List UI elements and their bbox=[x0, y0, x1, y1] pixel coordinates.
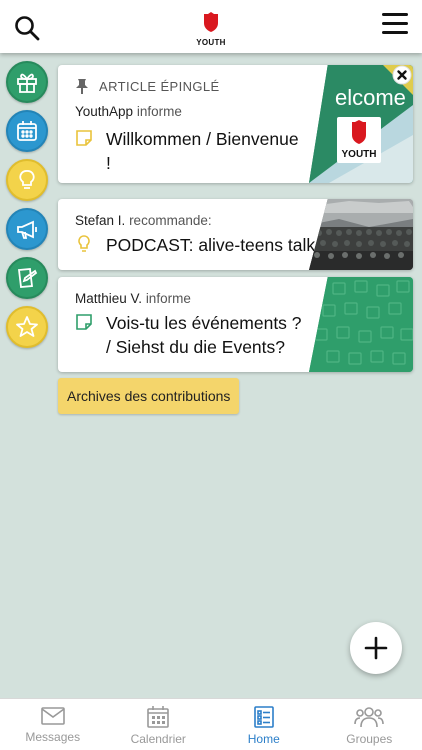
lightbulb-icon bbox=[19, 170, 35, 189]
tab-calendar[interactable]: Calendrier bbox=[106, 699, 212, 750]
category-sidebar bbox=[6, 61, 48, 355]
tab-label: Home bbox=[247, 732, 280, 746]
mail-icon bbox=[40, 707, 65, 725]
podcast-group-photo bbox=[309, 199, 413, 270]
idea-button[interactable] bbox=[6, 159, 48, 201]
tab-messages[interactable]: Messages bbox=[0, 699, 106, 750]
note-edit-icon bbox=[17, 268, 38, 288]
post-title: PODCAST: alive-teens talk bbox=[106, 235, 316, 255]
post-card[interactable]: Stefan I. recommande: PODCAST: alive-tee… bbox=[58, 199, 413, 270]
gift-button[interactable] bbox=[6, 61, 48, 103]
group-photo-image bbox=[309, 199, 413, 270]
note-button[interactable] bbox=[6, 257, 48, 299]
post-card[interactable]: Matthieu V. informe Vois-tu les événemen… bbox=[58, 277, 413, 372]
lightbulb-icon bbox=[78, 235, 90, 252]
hamburger-menu-icon[interactable] bbox=[382, 13, 408, 35]
author-name: Matthieu V. bbox=[75, 291, 143, 306]
tab-label: Groupes bbox=[346, 732, 393, 746]
post-body: Stefan I. recommande: PODCAST: alive-tee… bbox=[75, 199, 315, 257]
announcement-button[interactable] bbox=[6, 208, 48, 250]
author-name: YouthApp bbox=[75, 104, 134, 119]
plus-icon bbox=[364, 636, 388, 660]
pinned-article-body: ARTICLE ÉPINGLÉ YouthApp informe Willkom… bbox=[75, 65, 303, 175]
pinned-article-card[interactable]: ARTICLE ÉPINGLÉ YouthApp informe Willkom… bbox=[58, 65, 413, 183]
post-title: Willkommen / Bienvenue ! bbox=[106, 129, 299, 173]
post-title: Vois-tu les événements ? / Siehst du die… bbox=[106, 313, 302, 357]
app-logo: YOUTH bbox=[196, 12, 226, 47]
group-icon bbox=[354, 707, 385, 728]
archive-button[interactable]: Archives des contributions bbox=[58, 378, 240, 414]
thumb-logo-text: YOUTH bbox=[342, 149, 377, 160]
shield-logo-icon bbox=[204, 12, 218, 32]
megaphone-icon bbox=[17, 220, 37, 239]
post-body: Matthieu V. informe Vois-tu les événemen… bbox=[75, 277, 307, 359]
calendar-icon bbox=[17, 121, 37, 141]
pinned-label: ARTICLE ÉPINGLÉ bbox=[99, 78, 220, 94]
author-verb: informe bbox=[136, 104, 182, 119]
post-meta: Matthieu V. informe bbox=[75, 291, 307, 306]
star-icon bbox=[16, 316, 38, 337]
sticky-note-icon bbox=[76, 130, 92, 146]
post-meta: YouthApp informe bbox=[75, 104, 303, 119]
logo-text: YOUTH bbox=[196, 38, 226, 47]
post-meta: Stefan I. recommande: bbox=[75, 213, 305, 228]
add-post-button[interactable] bbox=[350, 622, 402, 674]
close-icon[interactable] bbox=[383, 65, 413, 95]
search-icon[interactable] bbox=[14, 15, 40, 41]
post-title-row: Willkommen / Bienvenue ! bbox=[75, 127, 303, 175]
post-title-row: Vois-tu les événements ? / Siehst du die… bbox=[75, 311, 307, 359]
bottom-tab-bar: Messages Calendrier Home Groupes bbox=[0, 698, 422, 750]
note-icon bbox=[76, 314, 92, 330]
favorites-button[interactable] bbox=[6, 306, 48, 348]
tab-label: Messages bbox=[25, 730, 81, 744]
post-title-row: PODCAST: alive-teens talk bbox=[75, 233, 315, 257]
calendar-icon bbox=[147, 706, 170, 728]
tab-label: Calendrier bbox=[130, 732, 186, 746]
gift-icon bbox=[17, 73, 37, 93]
tab-home[interactable]: Home bbox=[211, 699, 317, 750]
pinned-label-row: ARTICLE ÉPINGLÉ bbox=[75, 78, 303, 94]
author-verb: informe bbox=[145, 291, 191, 306]
calendar-pattern-image bbox=[309, 277, 413, 372]
author-name: Stefan I. bbox=[75, 213, 126, 228]
pin-icon bbox=[76, 79, 88, 94]
calendar-button[interactable] bbox=[6, 110, 48, 152]
tab-groups[interactable]: Groupes bbox=[317, 699, 422, 750]
top-bar: YOUTH bbox=[0, 0, 422, 53]
list-icon bbox=[253, 706, 274, 728]
events-thumbnail bbox=[309, 277, 413, 372]
author-verb: recommande: bbox=[129, 213, 212, 228]
